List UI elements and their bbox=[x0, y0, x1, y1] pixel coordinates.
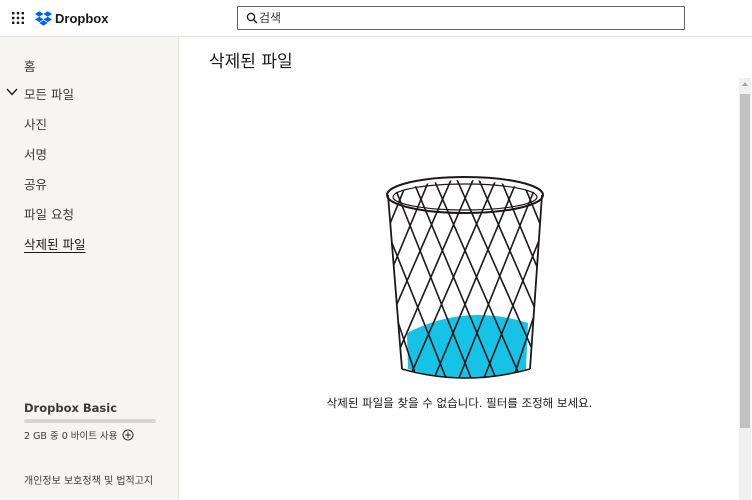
search-box[interactable] bbox=[237, 6, 685, 30]
search-input[interactable] bbox=[259, 9, 679, 27]
scroll-thumb[interactable] bbox=[740, 94, 750, 428]
app-grid-icon[interactable] bbox=[12, 12, 24, 24]
sidebar-item-file-requests[interactable]: 파일 요청 bbox=[24, 204, 74, 223]
page-title: 삭제된 파일 bbox=[209, 52, 293, 72]
main-content: 삭제된 파일 삭제된 파일을 찾을 수 없습니다. 필터를 조정해 보세요. bbox=[180, 37, 752, 500]
privacy-legal-link[interactable]: 개인정보 보호정책 및 법적고지 bbox=[24, 472, 153, 487]
dropbox-logo[interactable]: Dropbox bbox=[35, 9, 108, 27]
empty-trash-basket-icon bbox=[386, 176, 544, 379]
sidebar-item-deleted-files[interactable]: 삭제된 파일 bbox=[24, 234, 85, 253]
sidebar-item-home[interactable]: 홈 bbox=[24, 56, 36, 75]
dropbox-glyph-icon bbox=[35, 10, 52, 26]
sidebar-item-signatures[interactable]: 서명 bbox=[24, 144, 47, 163]
chevron-down-icon[interactable] bbox=[6, 87, 18, 97]
add-storage-plus-icon[interactable] bbox=[121, 429, 134, 441]
sidebar-item-all-files[interactable]: 모든 파일 bbox=[24, 84, 74, 103]
empty-state-message: 삭제된 파일을 찾을 수 없습니다. 필터를 조정해 보세요. bbox=[326, 396, 593, 410]
storage-usage-text: 2 GB 중 0 바이트 사용 bbox=[24, 431, 118, 442]
search-icon bbox=[246, 12, 258, 24]
sidebar-item-photos[interactable]: 사진 bbox=[24, 114, 47, 133]
scroll-up-arrow-icon[interactable] bbox=[742, 81, 748, 87]
header-divider bbox=[180, 78, 752, 79]
storage-usage: 2 GB 중 0 바이트 사용 bbox=[24, 428, 134, 442]
scrollbar[interactable] bbox=[739, 78, 751, 500]
brand-name: Dropbox bbox=[55, 10, 109, 26]
plan-name: Dropbox Basic bbox=[24, 401, 118, 415]
top-bar: Dropbox bbox=[0, 0, 752, 37]
sidebar: 홈 모든 파일 사진 서명 공유 파일 요청 삭제된 파일 Dropbox Ba… bbox=[0, 37, 179, 500]
storage-usage-bar bbox=[24, 419, 156, 423]
sidebar-item-shared[interactable]: 공유 bbox=[24, 174, 47, 193]
